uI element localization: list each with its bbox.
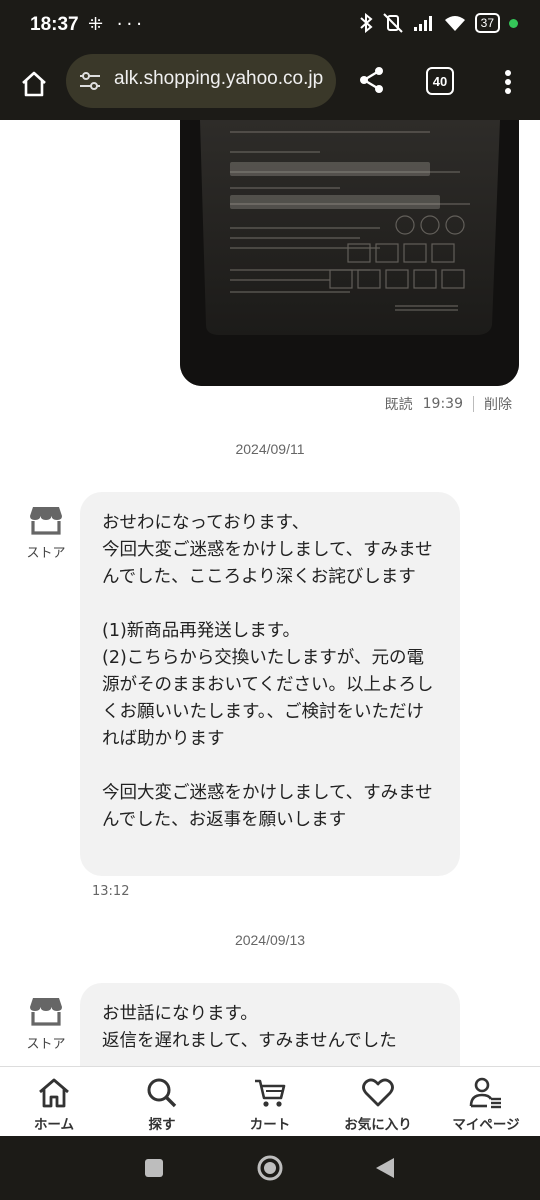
site-settings-icon[interactable]	[78, 70, 102, 92]
nav-mypage-label: マイページ	[452, 1117, 520, 1133]
store-label: ストア	[26, 1037, 66, 1052]
vibrate-off-icon	[382, 13, 403, 33]
cart-icon	[255, 1079, 286, 1107]
recents-button[interactable]	[144, 1158, 164, 1178]
user-icon	[469, 1077, 501, 1109]
browser-home-button[interactable]	[14, 64, 54, 104]
nav-search[interactable]: 探す	[108, 1067, 216, 1136]
nav-cart[interactable]: カート	[216, 1067, 324, 1136]
notification-icons: ⁜ ···	[88, 14, 146, 35]
status-bar: 18:37 ⁜ ··· 37	[0, 0, 540, 54]
system-navigation-bar	[0, 1136, 540, 1200]
date-separator: 2024/09/13	[234, 932, 306, 948]
message-time: 13:12	[92, 884, 130, 899]
signal-icon	[413, 16, 432, 31]
wifi-icon	[444, 16, 465, 31]
date-separator: 2024/09/11	[235, 441, 305, 457]
bluetooth-icon	[359, 13, 373, 33]
store-icon	[30, 507, 62, 535]
home-icon	[22, 71, 46, 97]
nav-home-label: ホーム	[33, 1117, 75, 1133]
nav-search-label: 探す	[148, 1117, 176, 1133]
back-button[interactable]	[374, 1156, 396, 1180]
heart-icon	[362, 1078, 394, 1107]
read-receipt-row: 既読 19:39 削除	[385, 394, 512, 414]
status-right-icons: 37	[359, 13, 518, 33]
battery-indicator: 37	[474, 13, 500, 33]
url-text: alk.shopping.yahoo.co.jp	[114, 68, 324, 89]
browser-toolbar: alk.shopping.yahoo.co.jp 40	[0, 54, 540, 120]
nav-favorites-label: お気に入り	[344, 1117, 412, 1133]
ac-adapter-label-image	[180, 120, 519, 386]
search-icon	[147, 1078, 177, 1108]
nav-home[interactable]: ホーム	[0, 1067, 108, 1136]
share-icon	[360, 67, 383, 93]
divider	[473, 396, 474, 412]
more-vert-icon	[505, 70, 511, 94]
home-icon	[39, 1078, 69, 1108]
read-label: 既読	[384, 397, 413, 413]
store-icon	[30, 998, 62, 1026]
home-nav-button[interactable]	[256, 1154, 284, 1182]
address-bar[interactable]: alk.shopping.yahoo.co.jp	[66, 54, 336, 108]
nav-cart-label: カート	[249, 1117, 291, 1133]
photo-message-time: 19:39	[422, 396, 463, 412]
sent-photo[interactable]	[180, 120, 519, 386]
browser-menu-button[interactable]	[490, 62, 526, 102]
share-button[interactable]	[352, 60, 392, 100]
store-avatar[interactable]: ストア	[24, 996, 68, 1052]
store-message-bubble: おせわになっております、 今回大変ご迷惑をかけしまして、すみませんでした、こころ…	[80, 492, 460, 876]
delete-button[interactable]: 削除	[484, 394, 512, 414]
tab-switcher-button[interactable]: 40	[426, 67, 454, 95]
status-time: 18:37	[30, 14, 79, 35]
store-label: ストア	[26, 546, 66, 561]
privacy-dot	[509, 18, 518, 28]
nav-favorites[interactable]: お気に入り	[324, 1067, 432, 1136]
store-avatar[interactable]: ストア	[24, 505, 68, 561]
bottom-navigation: ホーム 探す カート お気に入り マイページ	[0, 1066, 540, 1136]
nav-mypage[interactable]: マイページ	[432, 1067, 540, 1136]
